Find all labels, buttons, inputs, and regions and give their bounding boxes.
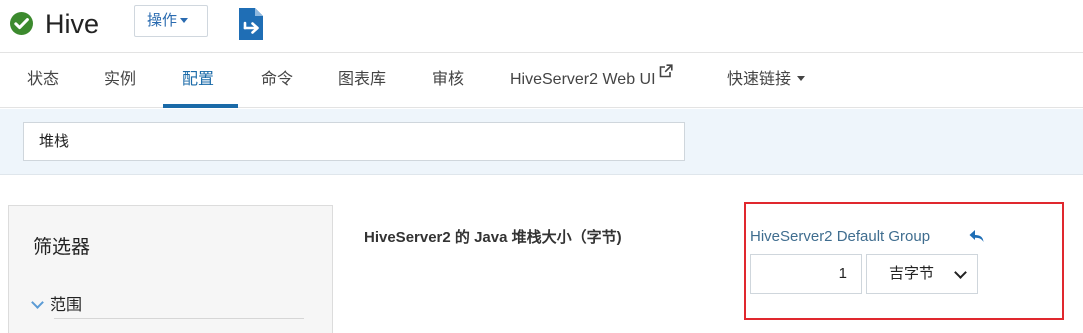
tab-bar: 状态 实例 配置 命令 图表库 审核 HiveServer2 Web UI 快速…: [0, 54, 1083, 108]
highlight-box: HiveServer2 Default Group 1 吉字节: [744, 202, 1064, 320]
tab-label: 命令: [261, 71, 294, 88]
tab-label: 快速链接: [727, 71, 792, 88]
search-band: 堆栈: [0, 109, 1083, 175]
filter-scope-toggle[interactable]: 范围: [31, 291, 83, 315]
role-group-name[interactable]: HiveServer2 Default Group: [750, 228, 930, 245]
undo-icon[interactable]: [968, 227, 986, 245]
chevron-down-icon: [954, 266, 967, 279]
chevron-down-icon: [31, 296, 44, 309]
tab-audits[interactable]: 审核: [432, 54, 464, 108]
heap-size-value-input[interactable]: 1: [750, 254, 862, 294]
tab-label: 状态: [27, 71, 60, 88]
caret-down-icon: [797, 76, 806, 82]
search-input[interactable]: 堆栈: [23, 122, 685, 161]
service-header: Hive 操作: [0, 0, 1083, 53]
active-tab-indicator: [163, 104, 238, 108]
external-link-icon: [659, 64, 673, 78]
property-label: HiveServer2 的 Java 堆栈大小（字节): [364, 229, 622, 246]
export-file-icon[interactable]: [236, 7, 268, 41]
tab-hiveserver2-web-ui[interactable]: HiveServer2 Web UI: [510, 54, 673, 108]
tab-label: HiveServer2 Web UI: [510, 71, 656, 88]
tab-instances[interactable]: 实例: [104, 54, 136, 108]
tab-commands[interactable]: 命令: [261, 54, 293, 108]
caret-down-icon: [180, 17, 189, 23]
actions-label: 操作: [147, 12, 178, 29]
tab-status[interactable]: 状态: [27, 54, 59, 108]
service-title: Hive: [45, 9, 100, 39]
filter-panel: 筛选器 范围: [8, 205, 333, 333]
tab-label: 图表库: [338, 71, 387, 88]
tab-quick-links[interactable]: 快速链接: [727, 54, 806, 108]
tab-label: 审核: [432, 71, 465, 88]
tab-label: 配置: [182, 71, 215, 88]
tab-configuration[interactable]: 配置: [182, 54, 214, 108]
tab-charts-library[interactable]: 图表库: [338, 54, 386, 108]
tab-label: 实例: [104, 71, 137, 88]
unit-selected-label: 吉字节: [889, 265, 935, 282]
actions-dropdown-button[interactable]: 操作: [134, 5, 208, 37]
filter-scope-label: 范围: [50, 297, 83, 314]
filter-title: 筛选器: [33, 237, 91, 258]
heap-size-unit-select[interactable]: 吉字节: [866, 254, 978, 294]
check-circle-icon: [10, 12, 33, 35]
divider: [54, 318, 304, 319]
